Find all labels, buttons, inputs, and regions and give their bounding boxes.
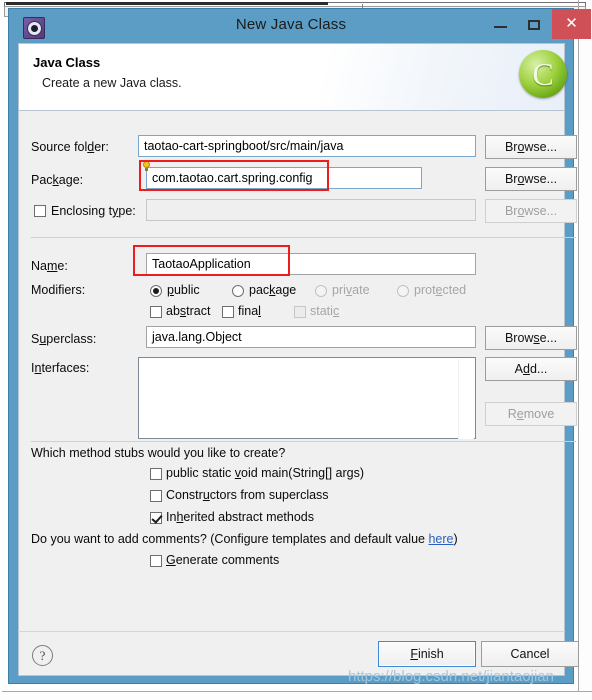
section-divider-2: [31, 441, 576, 442]
generate-comments-checkbox[interactable]: [150, 555, 162, 567]
package-label: Package:: [31, 173, 84, 187]
configure-templates-link[interactable]: here: [428, 532, 453, 546]
modifier-label-private: private: [332, 283, 370, 297]
modifier-label-final: final: [238, 304, 261, 318]
modifier-label-protected: protected: [414, 283, 467, 297]
dialog-titlebar[interactable]: New Java Class ✕: [9, 9, 591, 43]
source-folder-input[interactable]: taotao-cart-springboot/src/main/java: [138, 135, 476, 157]
page-title: Java Class: [33, 55, 101, 70]
stub-checkbox-inherited-abstract[interactable]: [150, 512, 162, 524]
stub-label-main-method: public static void main(String[] args): [166, 466, 364, 480]
backdrop-right-rule: [578, 0, 579, 692]
stub-label-inherited-abstract: Inherited abstract methods: [166, 510, 315, 524]
interfaces-list[interactable]: [138, 357, 476, 439]
watermark-text: https://blog.csdn.net/jiantaojian: [348, 668, 554, 685]
source-folder-label: Source folder:: [31, 140, 109, 154]
name-label: Name:: [31, 259, 68, 273]
section-divider-1: [31, 237, 576, 238]
maximize-button[interactable]: [518, 9, 552, 39]
stub-label-constructors: Constructors from superclass: [166, 488, 329, 502]
modifier-radio-public[interactable]: [150, 285, 162, 297]
modifier-radio-package[interactable]: [232, 285, 244, 297]
close-icon: ✕: [565, 15, 578, 32]
stub-checkbox-constructors[interactable]: [150, 490, 162, 502]
modifier-radio-protected: [397, 285, 409, 297]
page-subtitle: Create a new Java class.: [42, 76, 182, 90]
superclass-browse-button[interactable]: Browse...: [485, 326, 577, 350]
backdrop-bottom-rule: [2, 691, 592, 692]
enclosing-type-browse-button: Browse...: [485, 199, 577, 223]
footer-divider: [18, 631, 565, 632]
modifier-checkbox-final[interactable]: [222, 306, 234, 318]
interfaces-label: Interfaces:: [31, 361, 90, 375]
enclosing-type-checkbox[interactable]: [34, 205, 46, 217]
generate-comments-label: Generate comments: [166, 553, 280, 567]
modifier-label-public: public: [167, 283, 200, 297]
modifiers-label: Modifiers:: [31, 283, 86, 297]
new-java-class-dialog: New Java Class ✕ Java Class Create a new…: [8, 8, 591, 684]
minimize-button[interactable]: [484, 9, 518, 39]
superclass-label: Superclass:: [31, 332, 97, 346]
backdrop-dark-strip: [6, 2, 328, 5]
close-button[interactable]: ✕: [552, 9, 591, 39]
finish-button[interactable]: Finish: [378, 641, 476, 667]
interfaces-list-scrollbar[interactable]: [458, 359, 474, 439]
backdrop-left-edge: [0, 2, 5, 692]
java-class-green-c-icon: C: [519, 50, 567, 98]
package-browse-button[interactable]: Browse...: [485, 167, 577, 191]
modifier-label-abstract: abstract: [166, 304, 211, 318]
backdrop-right-edge: [578, 2, 592, 692]
modifier-checkbox-static: [294, 306, 306, 318]
package-annotation-box: [139, 160, 329, 191]
superclass-input[interactable]: java.lang.Object: [146, 326, 476, 348]
method-stubs-question: Which method stubs would you like to cre…: [31, 446, 286, 460]
java-class-icon-glyph: C: [532, 56, 554, 92]
comments-question: Do you want to add comments? (Configure …: [31, 532, 458, 546]
help-question-icon[interactable]: ?: [32, 645, 53, 666]
name-annotation-box: [133, 245, 290, 276]
enclosing-type-input: [146, 199, 476, 221]
cancel-button[interactable]: Cancel: [481, 641, 579, 667]
modifier-label-package: package: [249, 283, 297, 297]
interfaces-remove-button: Remove: [485, 402, 577, 426]
modifier-radio-private: [315, 285, 327, 297]
source-folder-browse-button[interactable]: Browse...: [485, 135, 577, 159]
wizard-header: Java Class Create a new Java class. C: [18, 43, 567, 111]
enclosing-type-label: Enclosing type:: [51, 204, 136, 218]
backdrop-bottom-edge: [0, 688, 592, 700]
modifier-checkbox-abstract[interactable]: [150, 306, 162, 318]
modifier-label-static: static: [310, 304, 340, 318]
interfaces-add-button[interactable]: Add...: [485, 357, 577, 381]
stub-checkbox-main-method[interactable]: [150, 468, 162, 480]
